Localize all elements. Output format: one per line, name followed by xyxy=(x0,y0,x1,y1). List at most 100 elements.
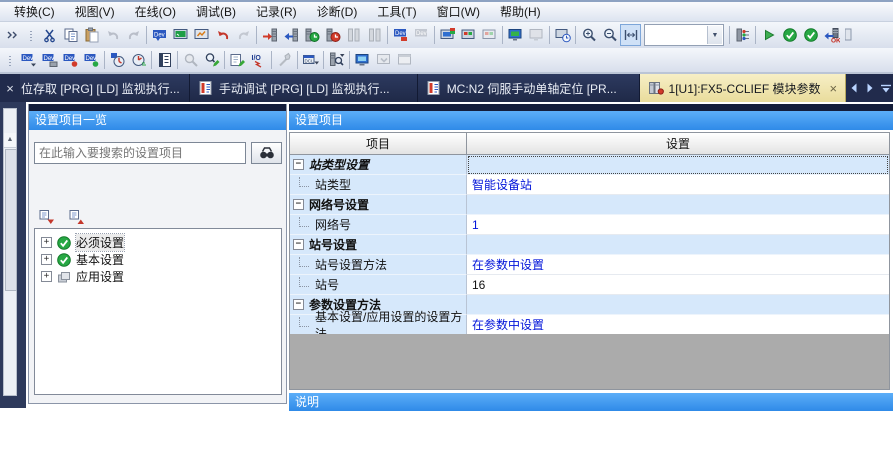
table-row[interactable]: 基本设置/应用设置的设置方法在参数中设置 xyxy=(290,315,889,335)
combo-dropdown-arrow-icon[interactable]: ▼ xyxy=(707,26,722,44)
dev-b-button[interactable]: Dev xyxy=(39,49,60,71)
item-cell[interactable]: 站号设置方法 xyxy=(290,255,467,275)
tree-item-0[interactable]: +必须设置 xyxy=(35,234,281,251)
item-cell[interactable]: −站类型设置 xyxy=(290,155,467,175)
menu-item-8[interactable]: 帮助(H) xyxy=(490,1,551,22)
module-tree-button[interactable] xyxy=(732,24,753,46)
timer-chart-button[interactable] xyxy=(128,49,149,71)
row-collapse-icon[interactable]: − xyxy=(293,239,304,250)
scrollbar-thumb[interactable] xyxy=(5,149,17,291)
setting-cell[interactable] xyxy=(467,155,889,175)
search-button[interactable] xyxy=(251,142,282,164)
monitor-window-button[interactable] xyxy=(170,24,191,46)
watch-red-button[interactable] xyxy=(322,24,343,46)
setting-cell[interactable]: 1 xyxy=(467,215,889,235)
monitor-flag-button[interactable] xyxy=(437,24,458,46)
edge-partial-button[interactable] xyxy=(842,24,863,46)
tool-dim-button[interactable] xyxy=(274,49,295,71)
tab-next-button[interactable] xyxy=(862,77,877,99)
setting-cell[interactable]: 16 xyxy=(467,275,889,295)
tab-prev-button[interactable] xyxy=(846,77,861,99)
tab-close-icon[interactable]: × xyxy=(830,81,838,96)
tree-expander-icon[interactable]: + xyxy=(41,254,52,265)
monitor-dim-button[interactable] xyxy=(526,24,547,46)
menu-item-0[interactable]: 转换(C) xyxy=(4,1,65,22)
menu-item-7[interactable]: 窗口(W) xyxy=(427,1,490,22)
table-row[interactable]: 站号16 xyxy=(290,275,889,295)
undo-button[interactable] xyxy=(102,24,123,46)
menu-item-5[interactable]: 诊断(D) xyxy=(307,1,368,22)
collapse-all-button[interactable] xyxy=(36,206,57,228)
scroll-up-arrow-icon[interactable]: ▲ xyxy=(4,133,16,148)
row-collapse-icon[interactable]: − xyxy=(293,299,304,310)
redo-button[interactable] xyxy=(123,24,144,46)
undo-red-button[interactable] xyxy=(212,24,233,46)
read-plc-button[interactable] xyxy=(280,24,301,46)
table-row[interactable]: 站号设置方法在参数中设置 xyxy=(290,255,889,275)
monitor-rg2-button[interactable] xyxy=(479,24,500,46)
setting-cell[interactable]: 在参数中设置 xyxy=(467,315,889,335)
timer-blue-button[interactable] xyxy=(107,49,128,71)
item-cell[interactable]: −网络号设置 xyxy=(290,195,467,215)
tab-0[interactable]: 位存取 [PRG] [LD] 监视执行... xyxy=(20,74,190,102)
crossref-list-button[interactable] xyxy=(154,49,175,71)
tree-expander-icon[interactable]: + xyxy=(41,237,52,248)
row-collapse-icon[interactable]: − xyxy=(293,199,304,210)
monitor-on-button[interactable] xyxy=(352,49,373,71)
ok-module-button[interactable]: OK xyxy=(821,24,842,46)
setting-cell[interactable] xyxy=(467,295,889,315)
dev-dim-button[interactable]: Dev xyxy=(411,24,432,46)
tab-group-close-icon[interactable]: × xyxy=(0,74,20,102)
setting-cell[interactable]: 在参数中设置 xyxy=(467,255,889,275)
setting-cell[interactable] xyxy=(467,235,889,255)
redo-gray-button[interactable] xyxy=(233,24,254,46)
setting-cell[interactable]: 智能设备站 xyxy=(467,175,889,195)
dev-dd-button[interactable]: Dev xyxy=(18,49,39,71)
table-row[interactable]: 站类型智能设备站 xyxy=(290,175,889,195)
item-cell[interactable]: −站号设置 xyxy=(290,235,467,255)
find-dim-button[interactable] xyxy=(180,49,201,71)
copy-button[interactable] xyxy=(60,24,81,46)
zoom-out-button[interactable] xyxy=(599,24,620,46)
paste-button[interactable] xyxy=(81,24,102,46)
check-circle-button[interactable] xyxy=(800,24,821,46)
tab-2[interactable]: MC:N2 伺服手动单轴定位 [PR... xyxy=(418,74,640,102)
expand-all-button[interactable] xyxy=(66,206,87,228)
check-circle-button[interactable] xyxy=(779,24,800,46)
zoom-in-button[interactable] xyxy=(578,24,599,46)
dev-comment-button[interactable]: Dev xyxy=(149,24,170,46)
cut-button[interactable] xyxy=(39,24,60,46)
setting-cell[interactable] xyxy=(467,195,889,215)
statement-edit-button[interactable] xyxy=(227,49,248,71)
item-cell[interactable]: 站类型 xyxy=(290,175,467,195)
tree-item-2[interactable]: +应用设置 xyxy=(35,268,281,285)
item-cell[interactable]: 基本设置/应用设置的设置方法 xyxy=(290,315,467,335)
tree-item-1[interactable]: +基本设置 xyxy=(35,251,281,268)
device-find-dd-button[interactable] xyxy=(326,49,347,71)
monitor-green-button[interactable] xyxy=(505,24,526,46)
tab-3[interactable]: 1[U1]:FX5-CCLIEF 模块参数× xyxy=(640,74,846,102)
zoom-fit-button[interactable] xyxy=(620,24,641,46)
menu-item-1[interactable]: 视图(V) xyxy=(65,1,125,22)
menu-item-2[interactable]: 在线(O) xyxy=(125,1,186,22)
search-input[interactable] xyxy=(34,142,246,164)
hw-monitor-button[interactable] xyxy=(191,24,212,46)
table-row[interactable]: −站号设置 xyxy=(290,235,889,255)
play-button[interactable] xyxy=(758,24,779,46)
menu-item-4[interactable]: 记录(R) xyxy=(246,1,307,22)
io-assign-button[interactable]: I/O xyxy=(248,49,269,71)
table-row[interactable]: −站类型设置 xyxy=(290,155,889,175)
tree-expander-icon[interactable]: + xyxy=(41,271,52,282)
window-dim-button[interactable] xyxy=(394,49,415,71)
monitor-rg-button[interactable] xyxy=(458,24,479,46)
vertical-scrollbar[interactable]: ▲ xyxy=(3,108,17,396)
menu-item-6[interactable]: 工具(T) xyxy=(367,1,426,22)
monitor-clock-button[interactable] xyxy=(552,24,573,46)
item-cell[interactable]: 网络号 xyxy=(290,215,467,235)
write-plc-button[interactable] xyxy=(259,24,280,46)
row-collapse-icon[interactable]: − xyxy=(293,159,304,170)
dev-write-button[interactable]: Dev xyxy=(390,24,411,46)
watch-green-button[interactable] xyxy=(301,24,322,46)
find-edit-button[interactable] xyxy=(201,49,222,71)
tab-menu-button[interactable] xyxy=(878,77,893,99)
